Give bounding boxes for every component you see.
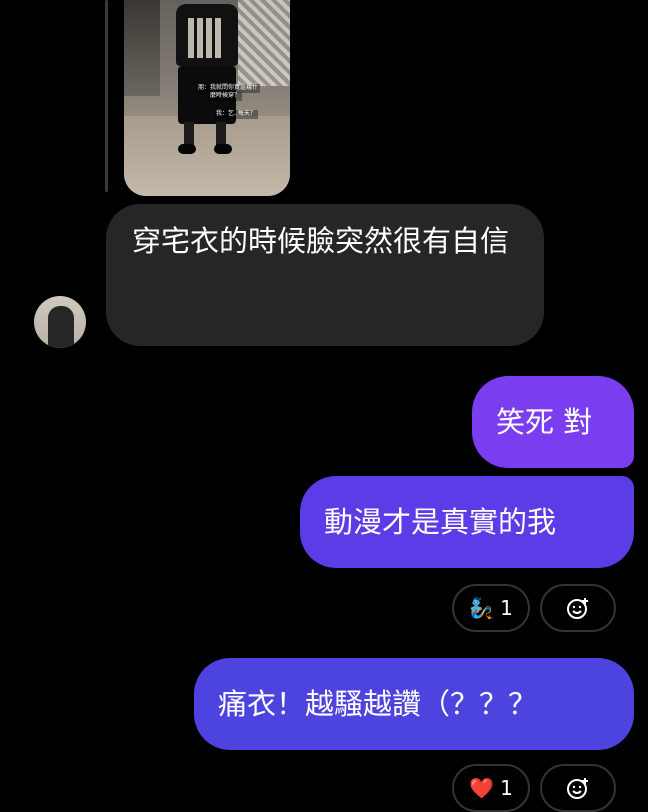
photo-person bbox=[172, 0, 242, 164]
reaction-count: 1 bbox=[500, 596, 513, 620]
smiley-plus-icon bbox=[566, 596, 590, 620]
photo-shoe-left bbox=[178, 144, 196, 154]
outgoing-message-bubble-3[interactable]: 痛衣！越騷越讚（？？？ bbox=[194, 658, 634, 750]
reaction-pill-heart[interactable]: ❤️ 1 bbox=[452, 764, 530, 812]
outgoing-message-bubble-2[interactable]: 動漫才是真實的我 bbox=[300, 476, 634, 568]
genie-emoji-icon: 🧞 bbox=[469, 596, 495, 620]
add-reaction-button-2[interactable] bbox=[540, 764, 616, 812]
heart-emoji-icon: ❤️ bbox=[469, 776, 495, 800]
photo-shoe-right bbox=[214, 144, 232, 154]
photo-wall-right bbox=[238, 0, 290, 86]
smiley-plus-icon bbox=[566, 776, 590, 800]
photo-wall-left bbox=[124, 0, 160, 96]
reply-thread-line bbox=[105, 0, 108, 192]
avatar[interactable] bbox=[34, 296, 86, 348]
reaction-count: 1 bbox=[500, 776, 513, 800]
reaction-pill-genie[interactable]: 🧞 1 bbox=[452, 584, 530, 632]
incoming-message-bubble[interactable]: 穿宅衣的時候臉突然很有自信 bbox=[106, 204, 544, 346]
photo-caption-line-3: 我：乞..每天？ bbox=[214, 110, 258, 119]
add-reaction-button[interactable] bbox=[540, 584, 616, 632]
photo-caption-line-2: 麼時候穿？ bbox=[208, 92, 243, 101]
outgoing-message-bubble-1[interactable]: 笑死 對 bbox=[472, 376, 634, 468]
avatar-silhouette bbox=[48, 306, 74, 348]
photo-shirt-print bbox=[188, 18, 222, 58]
shared-photo[interactable]: 朋：我就問你買這幾什 麼時候穿？ 我：乞..每天？ bbox=[124, 0, 290, 196]
